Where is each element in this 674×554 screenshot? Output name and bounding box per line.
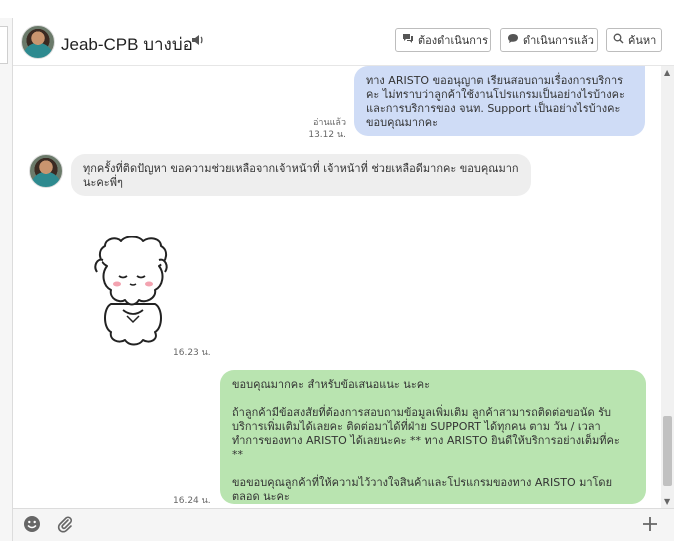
message-time-1: 13.12 น. bbox=[308, 130, 346, 140]
outgoing-message-1-text: ทาง ARISTO ขออนุญาต เรียนสอบถามเรื่องการ… bbox=[366, 74, 625, 129]
sender-avatar[interactable] bbox=[29, 154, 63, 188]
plus-icon[interactable] bbox=[641, 515, 659, 538]
search-icon bbox=[613, 33, 624, 47]
incoming-message-1-text: ทุกครั้งที่ติดปัญหา ขอความช่วยเหลือจากเจ… bbox=[83, 162, 519, 189]
scroll-up-icon[interactable]: ▲ bbox=[664, 68, 670, 77]
incoming-message-1[interactable]: ทุกครั้งที่ติดปัญหา ขอความช่วยเหลือจากเจ… bbox=[71, 154, 531, 196]
message-time-2: 16.23 น. bbox=[173, 348, 211, 358]
speaker-icon[interactable] bbox=[191, 34, 205, 50]
done-button[interactable]: ดำเนินการแล้ว bbox=[500, 28, 598, 52]
done-button-label: ดำเนินการแล้ว bbox=[523, 34, 594, 47]
chat-bubble-icon bbox=[507, 33, 519, 47]
paperclip-icon[interactable] bbox=[57, 515, 73, 538]
outgoing-message-2[interactable]: ขอบคุณมากคะ สำหรับข้อเสนอแนะ นะคะ ถ้าลูก… bbox=[220, 370, 646, 504]
scroll-thumb[interactable] bbox=[663, 416, 672, 486]
message-time-3: 16.24 น. bbox=[173, 496, 211, 506]
emoji-icon[interactable] bbox=[23, 515, 41, 538]
sheep-sticker[interactable] bbox=[93, 235, 173, 348]
chat-bubbles-icon bbox=[402, 33, 414, 47]
outgoing-message-2-line3: ขอขอบคุณลูกค้าที่ให้ความไว้วางใจสินค้าแล… bbox=[232, 476, 613, 503]
contact-avatar[interactable] bbox=[21, 25, 55, 59]
todo-button-label: ต้องดำเนินการ bbox=[418, 34, 488, 47]
scroll-down-icon[interactable]: ▼ bbox=[664, 497, 670, 506]
top-strip bbox=[0, 0, 674, 19]
left-pane-edge bbox=[0, 18, 13, 554]
todo-button[interactable]: ต้องดำเนินการ bbox=[395, 28, 491, 52]
bottom-strip bbox=[0, 541, 674, 554]
message-thread[interactable]: ทาง ARISTO ขออนุญาต เรียนสอบถามเรื่องการ… bbox=[13, 66, 661, 508]
composer-bar bbox=[13, 508, 674, 541]
contact-name[interactable]: Jeab-CPB บางบ่อ bbox=[61, 31, 193, 58]
outgoing-message-2-line2: ถ้าลูกค้ามีข้อสงสัยที่ต้องการสอบถามข้อมู… bbox=[232, 406, 620, 461]
outgoing-message-1[interactable]: ทาง ARISTO ขออนุญาต เรียนสอบถามเรื่องการ… bbox=[354, 66, 645, 136]
search-button-label: ค้นหา bbox=[628, 34, 657, 47]
chat-scrollbar[interactable]: ▲ ▼ bbox=[661, 66, 674, 508]
left-pane-input-stub[interactable] bbox=[0, 26, 8, 64]
outgoing-message-2-line1: ขอบคุณมากคะ สำหรับข้อเสนอแนะ นะคะ bbox=[232, 378, 430, 391]
chat-header: Jeab-CPB บางบ่อ ต้องดำเนินการ ดำเนินการแ… bbox=[13, 18, 674, 66]
search-button[interactable]: ค้นหา bbox=[606, 28, 662, 52]
